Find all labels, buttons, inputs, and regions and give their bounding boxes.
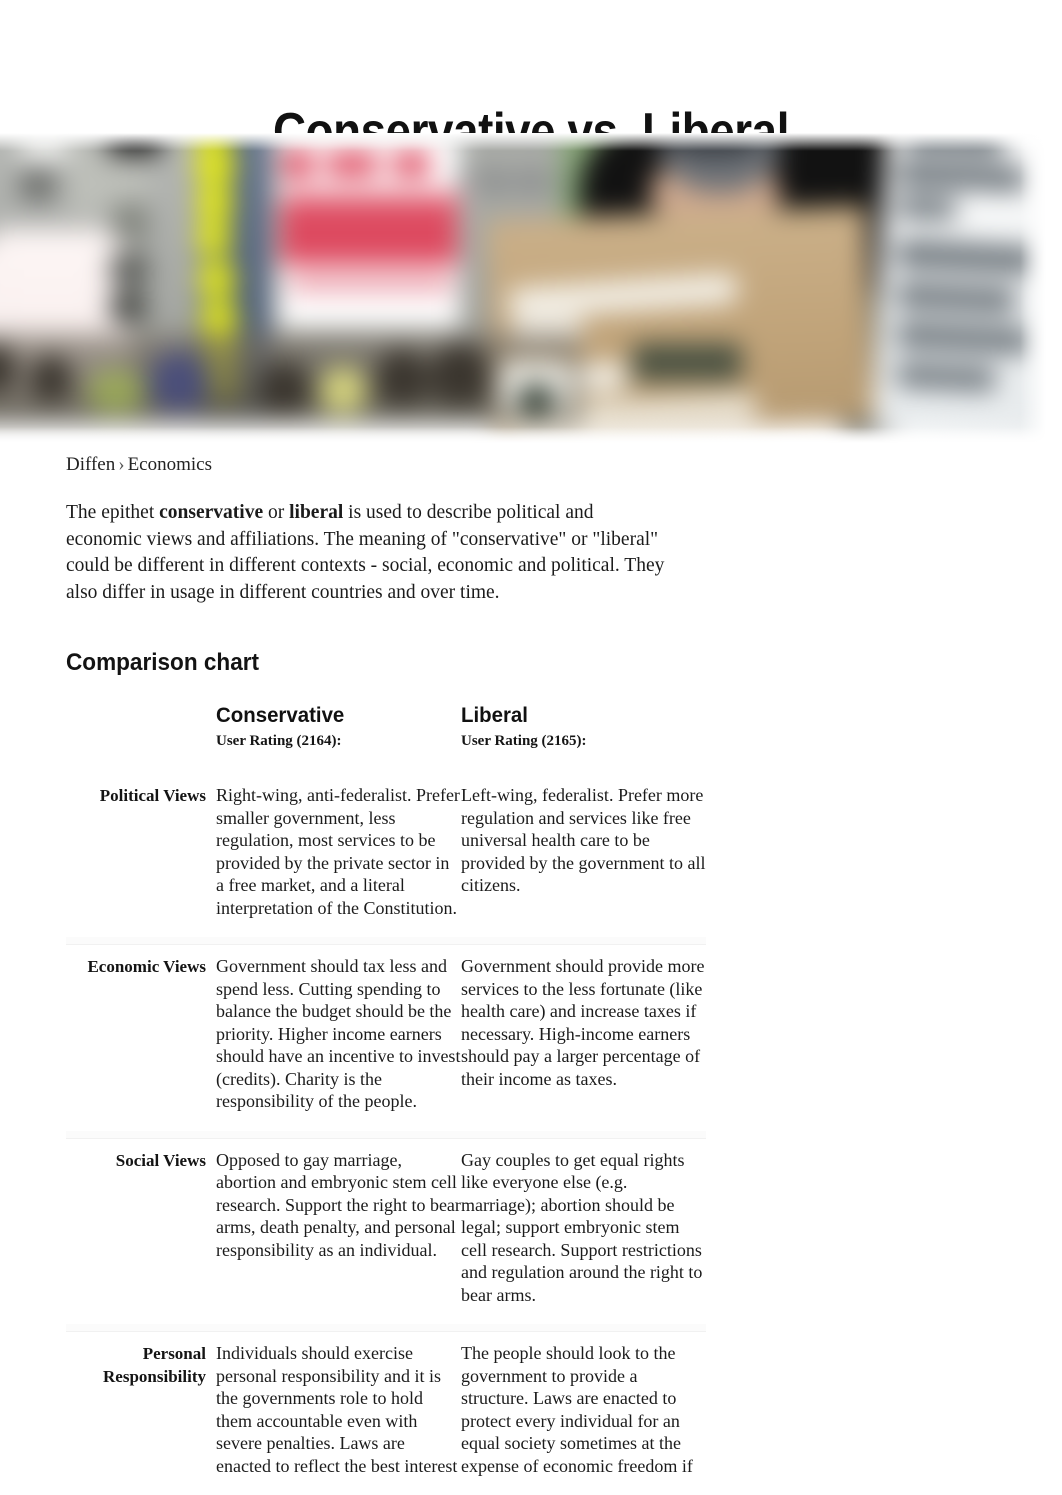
column-header-conservative: Conservative xyxy=(216,702,449,731)
hero-top-fade xyxy=(0,133,1046,151)
row-gap xyxy=(206,1134,216,1328)
row-label-personal-responsibility: Personal Responsibility xyxy=(66,1328,206,1495)
article-content: Diffen›Economics The epithet conservativ… xyxy=(66,452,706,1495)
table-row: Economic Views Government should tax les… xyxy=(66,941,706,1135)
cell-conservative-economic-views: Government should tax less and spend les… xyxy=(216,941,461,1135)
cell-conservative-political-views: Right-wing, anti-federalist. Prefer smal… xyxy=(216,773,461,941)
row-label-social-views: Social Views xyxy=(66,1134,206,1328)
cell-liberal-social-views: Gay couples to get equal rights like eve… xyxy=(461,1134,706,1328)
hero-bottom-fade xyxy=(0,427,1046,443)
breadcrumb: Diffen›Economics xyxy=(66,452,706,478)
comparison-chart-table: Conservative Liberal User Rating (2164):… xyxy=(66,702,706,1495)
intro-paragraph: The epithet conservative or liberal is u… xyxy=(66,500,666,606)
rating-gap xyxy=(206,731,216,773)
rating-spacer xyxy=(66,731,206,773)
breadcrumb-item-diffen[interactable]: Diffen xyxy=(66,454,115,475)
table-row: Political Views Right-wing, anti-federal… xyxy=(66,773,706,941)
comparison-chart-heading: Comparison chart xyxy=(66,648,668,678)
intro-bold-liberal: liberal xyxy=(289,502,343,523)
row-gap xyxy=(206,1328,216,1495)
table-row: Personal Responsibility Individuals shou… xyxy=(66,1328,706,1495)
row-label-economic-views: Economic Views xyxy=(66,941,206,1135)
cell-liberal-economic-views: Government should provide more services … xyxy=(461,941,706,1135)
hero-right-fade xyxy=(1020,133,1046,443)
table-header-row: Conservative Liberal xyxy=(66,702,706,731)
header-gap xyxy=(206,702,216,731)
breadcrumb-item-economics[interactable]: Economics xyxy=(128,454,212,475)
header-spacer xyxy=(66,702,206,731)
intro-text-part2: or xyxy=(263,502,289,523)
row-gap xyxy=(206,773,216,941)
cell-liberal-political-views: Left-wing, federalist. Prefer more regul… xyxy=(461,773,706,941)
hero-image-canvas xyxy=(0,133,1046,443)
cell-conservative-social-views: Opposed to gay marriage, abortion and em… xyxy=(216,1134,461,1328)
user-rating-liberal[interactable]: User Rating (2165): xyxy=(461,731,706,773)
table-rating-row: User Rating (2164): User Rating (2165): xyxy=(66,731,706,773)
intro-bold-conservative: conservative xyxy=(159,502,263,523)
cell-conservative-personal-responsibility: Individuals should exercise personal res… xyxy=(216,1328,461,1495)
cell-liberal-personal-responsibility: The people should look to the government… xyxy=(461,1328,706,1495)
column-header-liberal: Liberal xyxy=(461,702,694,731)
user-rating-conservative[interactable]: User Rating (2164): xyxy=(216,731,461,773)
breadcrumb-separator-icon: › xyxy=(115,454,127,475)
intro-text-part1: The epithet xyxy=(66,502,159,523)
row-label-political-views: Political Views xyxy=(66,773,206,941)
hero-banner-image xyxy=(0,133,1046,443)
row-gap xyxy=(206,941,216,1135)
table-row: Social Views Opposed to gay marriage, ab… xyxy=(66,1134,706,1328)
